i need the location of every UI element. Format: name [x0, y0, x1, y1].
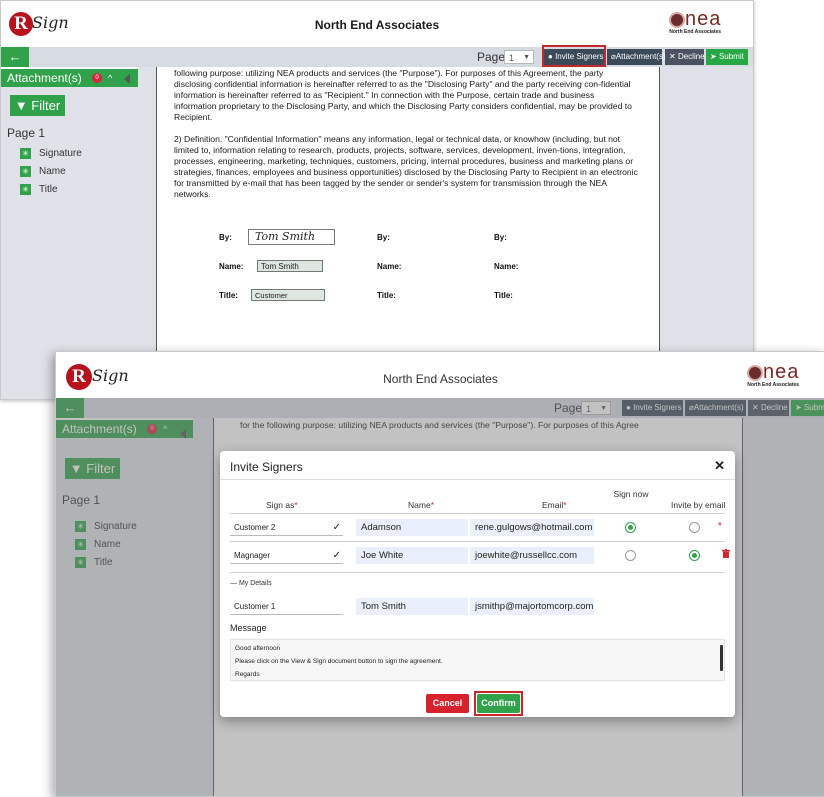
signer-email-input[interactable]: rene.gulgows@hotmail.com: [470, 519, 594, 536]
sidebar-item-signature[interactable]: ✳ Signature: [20, 148, 82, 159]
header-email: Email*: [542, 500, 567, 510]
name-field[interactable]: Tom Smith: [257, 260, 323, 272]
filter-icon: ▼: [14, 98, 28, 113]
close-icon: ✕: [669, 52, 676, 61]
sign-as-select[interactable]: Customer 2 ✓: [230, 519, 343, 536]
dialog-divider: [220, 479, 735, 480]
send-icon: ➤: [710, 52, 717, 61]
sidebar: Attachment(s) 0 ^ ▼ Filter Page 1 ✳ Signa…: [1, 69, 138, 399]
chevron-down-icon: ✓: [332, 550, 341, 561]
checkbox-icon: ✳: [20, 148, 31, 159]
my-email-input[interactable]: jsmithp@majortomcorp.com: [470, 598, 594, 615]
attachments-panel-header[interactable]: Attachment(s) 0 ^: [1, 69, 138, 87]
app-header: R Sign North End Associates nea North En…: [1, 1, 753, 47]
required-star-icon: *: [718, 521, 722, 532]
attachments-count-badge: 0: [92, 73, 102, 83]
message-textarea[interactable]: Good afternoon Please click on the View …: [230, 639, 725, 681]
signer-email-input[interactable]: joewhite@russellcc.com: [470, 547, 594, 564]
title-label-3: Title:: [494, 291, 513, 300]
cancel-button[interactable]: Cancel: [426, 694, 469, 713]
signing-window-invite: R Sign North End Associates nea North En…: [55, 351, 824, 797]
signing-window-main: R Sign North End Associates nea North En…: [0, 0, 754, 400]
document-title: North End Associates: [383, 372, 498, 386]
header-sign-as: Sign as*: [266, 500, 298, 510]
arrow-left-icon: ←: [8, 49, 22, 64]
message-scrollbar[interactable]: [720, 645, 723, 671]
back-button[interactable]: ←: [1, 47, 29, 67]
checkbox-icon: ✳: [20, 166, 31, 177]
signer-name-input[interactable]: Adamson: [356, 519, 468, 536]
title-label-2: Title:: [377, 291, 396, 300]
toolbar: ← Page 1 ▼ ● Invite Signers ⌀Attachment(s…: [1, 47, 753, 67]
confirm-highlight: [474, 691, 523, 716]
submit-button[interactable]: ➤ Submit: [706, 49, 748, 65]
row-divider: [230, 541, 725, 542]
checkbox-icon: ✳: [20, 184, 31, 195]
invite-signers-highlight: [542, 45, 606, 67]
chevron-down-icon: ✓: [332, 522, 341, 533]
document-page: following purpose: utilizing NEA product…: [156, 67, 660, 367]
invite-by-email-radio[interactable]: [689, 522, 700, 533]
nea-logo: nea North End Associates: [747, 361, 800, 388]
my-sign-as: Customer 1: [230, 598, 343, 615]
page-label: Page: [477, 50, 506, 64]
collapse-sidebar-icon[interactable]: [124, 74, 130, 84]
sidebar-item-name[interactable]: ✳ Name: [20, 166, 66, 177]
page-select[interactable]: 1 ▼: [504, 50, 534, 64]
nea-logo-icon: [669, 11, 685, 28]
doc-paragraph-2: 2) Definition. "Confidential Information…: [174, 134, 638, 199]
header-name: Name*: [408, 500, 434, 510]
by-label-2: By:: [377, 233, 390, 242]
chevron-down-icon: ▼: [523, 54, 530, 61]
close-icon[interactable]: ✕: [714, 458, 725, 474]
name-label-2: Name:: [377, 262, 402, 271]
message-line: Please click on the View & Sign document…: [235, 658, 443, 665]
nea-logo: nea North End Associates: [669, 8, 722, 35]
message-line: Good afternoon: [235, 645, 281, 652]
table-header-divider: [230, 513, 725, 514]
sidebar-page-label: Page 1: [7, 126, 46, 140]
trash-icon[interactable]: [722, 549, 730, 558]
name-label: Name:: [219, 262, 244, 271]
nea-logo-icon: [747, 364, 763, 381]
title-field[interactable]: Customer: [251, 289, 325, 301]
attachments-label: Attachment(s): [7, 71, 82, 85]
sign-now-radio[interactable]: [625, 550, 636, 561]
header-invite-by-email: Invite by email: [671, 500, 726, 510]
message-line: Regards: [235, 671, 260, 678]
sign-now-radio[interactable]: [625, 522, 636, 533]
signature-field[interactable]: Tom Smith: [248, 229, 335, 245]
my-name-input[interactable]: Tom Smith: [356, 598, 468, 615]
my-details-label: — My Details: [230, 580, 272, 587]
by-label: By:: [219, 233, 232, 242]
signer-name-input[interactable]: Joe White: [356, 547, 468, 564]
sign-as-select[interactable]: Magnager ✓: [230, 547, 343, 564]
filter-button[interactable]: ▼ Filter: [10, 95, 65, 116]
name-label-3: Name:: [494, 262, 519, 271]
message-label: Message: [230, 623, 267, 633]
document-title: North End Associates: [314, 18, 440, 32]
sidebar-item-title[interactable]: ✳ Title: [20, 184, 58, 195]
header-sign-now: Sign now: [613, 489, 649, 499]
invite-signers-dialog: Invite Signers ✕ Sign as* Name* Email* S…: [220, 451, 735, 717]
by-label-3: By:: [494, 233, 507, 242]
title-label: Title:: [219, 291, 238, 300]
dialog-title: Invite Signers: [230, 460, 303, 474]
invite-by-email-radio[interactable]: [689, 550, 700, 561]
row-divider: [230, 572, 725, 573]
attachments-button[interactable]: ⌀Attachment(s): [607, 49, 666, 65]
app-header: R Sign North End Associates nea North En…: [56, 352, 824, 398]
doc-paragraph-1: following purpose: utilizing NEA product…: [174, 68, 632, 122]
chevron-up-icon[interactable]: ^: [108, 69, 112, 87]
decline-button[interactable]: ✕ Decline: [665, 49, 705, 65]
